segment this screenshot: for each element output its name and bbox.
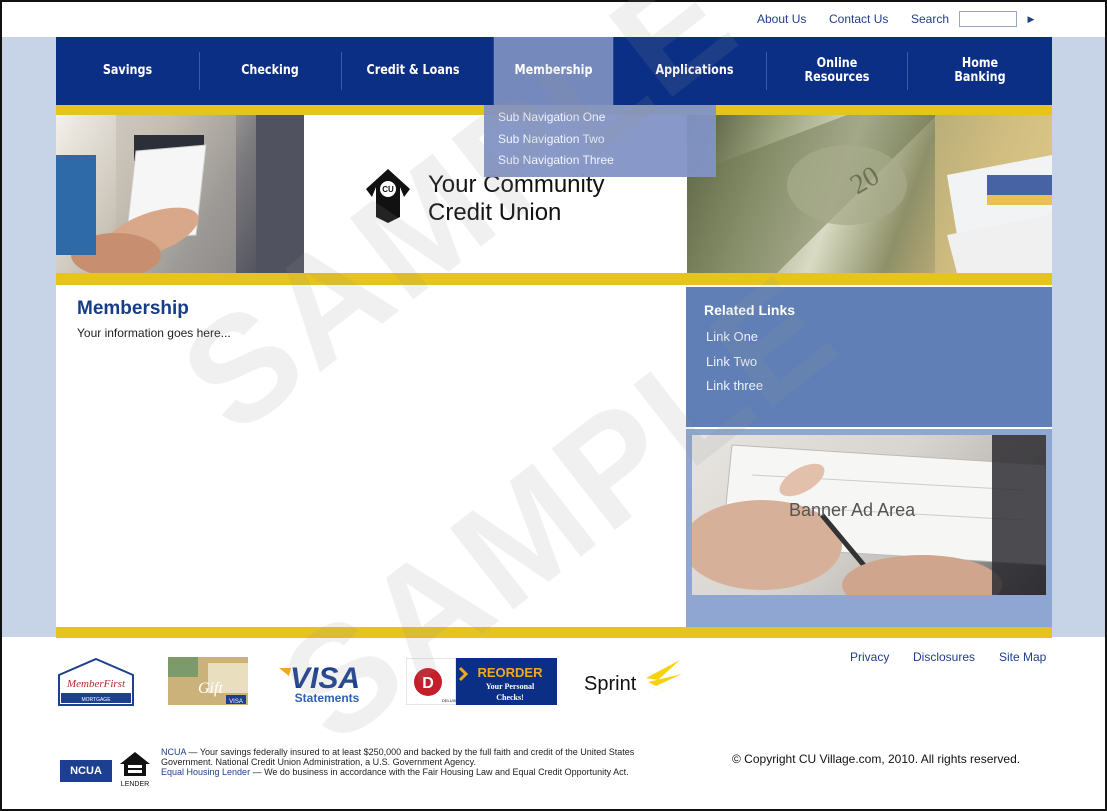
privacy-link[interactable]: Privacy (850, 650, 889, 664)
cu-logo-icon: CU (366, 169, 410, 223)
banner-ad-text: Banner Ad Area (789, 500, 916, 520)
sprint-logo[interactable]: Sprint (584, 658, 684, 702)
main-nav: Savings Checking Credit & Loans Membersh… (56, 37, 1052, 105)
dropdown-item-2[interactable]: Sub Navigation Two (498, 132, 605, 146)
deluxe-reorder-logo[interactable]: D DELUXE CORP REORDER Your Personal Chec… (405, 657, 557, 706)
related-links-title: Related Links (704, 302, 796, 318)
related-link-one[interactable]: Link One (706, 329, 758, 344)
nav-online-resources[interactable]: Online Resources (777, 37, 897, 105)
hero-money-image: 20 (687, 115, 1052, 273)
lender-badge-text: LENDER (121, 781, 149, 788)
disclosures-link[interactable]: Disclosures (913, 650, 975, 664)
copyright-text: © Copyright CU Village.com, 2010. All ri… (732, 752, 1021, 766)
search-label: Search (911, 12, 950, 26)
side-band-right (1052, 37, 1105, 637)
visa-statements-logo[interactable]: VISA Statements (277, 660, 369, 706)
contact-us-link[interactable]: Contact Us (829, 12, 888, 26)
search-input[interactable] (959, 11, 1017, 27)
svg-text:D: D (422, 675, 434, 692)
about-us-link[interactable]: About Us (757, 12, 806, 26)
nav-divider (766, 52, 767, 90)
reorder-text: REORDER (477, 665, 543, 680)
equal-housing-lender-icon: LENDER (118, 750, 152, 788)
memberfirst-sub: MORTGAGE (81, 697, 111, 703)
gift-text: Gift (198, 680, 223, 697)
related-link-three[interactable]: Link three (706, 378, 763, 393)
visa-statements-text: Statements (295, 691, 360, 705)
legal-text: NCUA — Your savings federally insured to… (161, 747, 641, 777)
cu-logo-mark: CU (382, 185, 394, 194)
hero-atm-image (56, 115, 304, 273)
footer-gold-bar (56, 627, 1052, 638)
hero-gold-bar (56, 273, 1052, 285)
gift-card-logo[interactable]: Gift VISA (168, 657, 248, 705)
sprint-text: Sprint (584, 673, 637, 695)
nav-checking[interactable]: Checking (210, 37, 330, 105)
ncua-badge: NCUA (60, 760, 112, 782)
nav-home-banking[interactable]: Home Banking (918, 37, 1042, 105)
page-title: Membership (77, 298, 189, 319)
dropdown-item-1[interactable]: Sub Navigation One (498, 110, 605, 124)
search-go-button[interactable]: ▶ (1024, 11, 1038, 27)
site-map-link[interactable]: Site Map (999, 650, 1046, 664)
reorder-line3: Checks! (496, 693, 524, 702)
nav-applications[interactable]: Applications (633, 37, 756, 105)
brand-line-2: Credit Union (428, 199, 562, 226)
gift-visa-badge: VISA (229, 699, 243, 705)
nav-divider (907, 52, 908, 90)
reorder-line2: Your Personal (486, 682, 535, 691)
dropdown-item-3[interactable]: Sub Navigation Three (498, 153, 614, 167)
ncua-link[interactable]: NCUA (161, 747, 186, 757)
nav-savings[interactable]: Savings (66, 37, 189, 105)
membership-dropdown: Sub Navigation One Sub Navigation Two Su… (484, 105, 716, 177)
nav-credit-loans[interactable]: Credit & Loans (352, 37, 474, 105)
equal-housing-link[interactable]: Equal Housing Lender (161, 767, 250, 777)
memberfirst-text: MemberFirst (66, 678, 126, 690)
equal-housing-text: — We do business in accordance with the … (250, 767, 629, 777)
related-link-two[interactable]: Link Two (706, 354, 757, 369)
nav-membership[interactable]: Membership (493, 37, 614, 105)
memberfirst-logo[interactable]: MemberFirst MORTGAGE (57, 657, 135, 707)
side-band-left (2, 37, 56, 637)
page-body-text: Your information goes here... (77, 326, 231, 340)
nav-divider (341, 52, 342, 90)
ncua-text: — Your savings federally insured to at l… (161, 747, 635, 767)
nav-divider (199, 52, 200, 90)
